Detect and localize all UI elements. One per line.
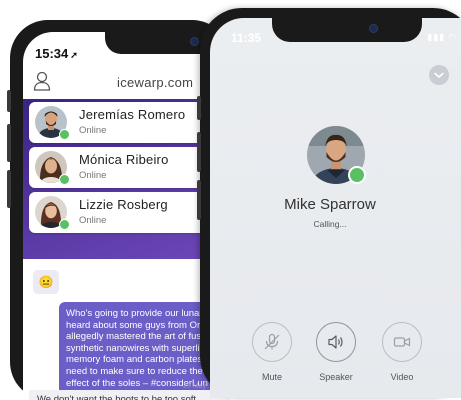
status-bar-icons: ▮▮▮ ◠ ▬	[427, 32, 461, 42]
mute-label: Mute	[261, 372, 282, 382]
call-status: Calling...	[313, 219, 347, 229]
contact-status: Online	[79, 125, 107, 136]
speaker-icon	[328, 335, 343, 349]
emoji-message: 😐	[33, 270, 59, 294]
phone-side-button	[197, 180, 201, 220]
phone-side-button	[197, 96, 201, 120]
status-bar-time: 15:34 ➚	[35, 46, 78, 61]
speaker-label: Speaker	[319, 372, 353, 382]
phone-side-button	[7, 124, 11, 162]
contact-name: Lizzie Rosberg	[79, 197, 168, 212]
phone-right: 11:35 ▮▮▮ ◠ ▬ Mike Sparrow Calling.	[197, 8, 461, 398]
chevron-down-icon	[434, 72, 444, 78]
mute-button[interactable]	[252, 322, 292, 362]
video-button[interactable]	[382, 322, 422, 362]
contact-status: Online	[79, 215, 107, 226]
speaker-button[interactable]	[316, 322, 356, 362]
mic-off-icon	[264, 333, 280, 350]
online-status-dot	[59, 129, 70, 140]
phone-side-button	[7, 170, 11, 208]
call-screen: 11:35 ▮▮▮ ◠ ▬ Mike Sparrow Calling.	[210, 18, 461, 398]
app-title: icewarp.com	[117, 75, 194, 90]
message-timestamp: 29 May	[183, 383, 206, 390]
minimize-call-button[interactable]	[429, 65, 449, 85]
caller-name: Mike Sparrow	[284, 196, 376, 213]
incoming-message: We don't want the boots to be too soft..…	[29, 390, 230, 400]
contact-name: Mónica Ribeiro	[79, 152, 169, 167]
online-status-dot	[59, 219, 70, 230]
contact-status: Online	[79, 170, 107, 181]
front-camera	[190, 37, 199, 46]
phone-side-button	[7, 90, 11, 112]
status-bar-time: 11:35	[231, 31, 262, 45]
location-arrow-icon: ➚	[70, 50, 78, 60]
contact-name: Jeremías Romero	[79, 107, 186, 122]
phone-notch	[272, 18, 422, 42]
online-status-dot	[348, 166, 366, 184]
user-icon[interactable]	[33, 71, 51, 91]
online-status-dot	[59, 174, 70, 185]
front-camera	[369, 24, 378, 33]
status-time-text: 15:34	[35, 46, 69, 61]
video-icon	[393, 337, 411, 347]
video-label: Video	[390, 372, 414, 382]
phone-side-button	[197, 132, 201, 172]
